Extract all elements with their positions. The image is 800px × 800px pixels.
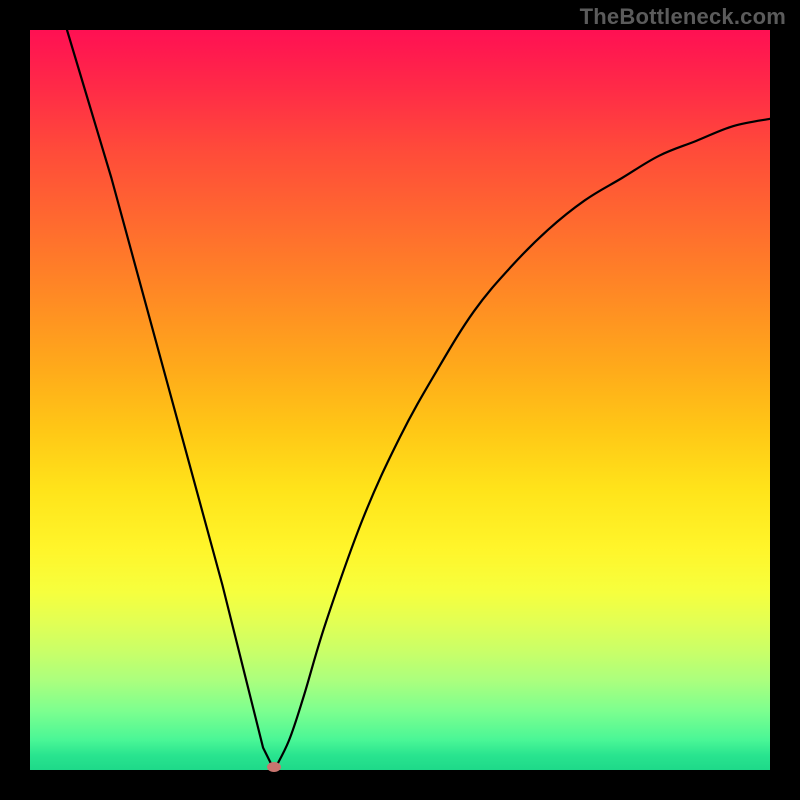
watermark-text: TheBottleneck.com [580,4,786,30]
plot-area [30,30,770,770]
chart-frame: TheBottleneck.com [0,0,800,800]
minimum-marker [267,762,281,772]
bottleneck-curve [30,30,770,770]
